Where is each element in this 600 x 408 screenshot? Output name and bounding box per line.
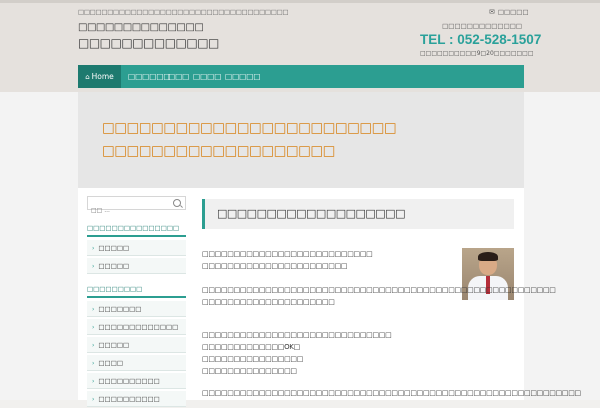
post-title-box: □□□□□□□□□□□□□□□□□□□ — [202, 199, 514, 229]
sidebar-item[interactable]: › □□□□□ — [87, 240, 186, 256]
nav-item-4[interactable]: □□□□ — [193, 65, 221, 88]
sidebar-item-label: □□□□□□□ — [98, 305, 142, 313]
paragraph-line: □□□□□□□□□□□□□□□□□□□□□□□□□□□□□□□□□□□□□□□□… — [202, 286, 556, 294]
nav-item-3[interactable]: □□□ — [168, 65, 189, 88]
sidebar-item[interactable]: › □□□□□□□ — [87, 301, 186, 317]
paragraph-line: □□□□□□□□□□□□□□□□□□□□□□□□□□□□□□□□□□□□□□□□… — [202, 389, 581, 397]
paragraph-line: □□□□□□□□□□□□□□□□□□□□□□□□□□□ — [202, 250, 373, 258]
tel-label: □□□□□□□□□□□□□ — [442, 22, 522, 30]
sidebar-item-label: □□□□□□□□□□ — [98, 377, 160, 385]
site-tagline: □□□□□□□□□□□□□□□□□□□□□□□□□□□□□□□□□□□□ — [78, 8, 289, 16]
sidebar-item-label: □□□□ — [98, 359, 123, 367]
contact-link-label: □□□□□ — [497, 8, 529, 16]
sidebar-item[interactable]: › □□□□□ — [87, 337, 186, 353]
sidebar-item-label: □□□□□ — [98, 341, 130, 349]
chevron-right-icon: › — [92, 360, 95, 367]
sidebar-search — [87, 196, 186, 217]
search-icon[interactable] — [173, 199, 181, 207]
sidebar-item[interactable]: › □□□□□□□□□□□□□ — [87, 319, 186, 335]
nav-home-label: Home — [91, 72, 114, 81]
nav-item-5[interactable]: □□□□□ — [225, 65, 260, 88]
hero-line-1: □□□□□□□□□□□□□□□□□□□□□□□□ — [102, 120, 397, 136]
nav-home[interactable]: ⌂ Home — [78, 65, 121, 88]
site-subtitle: □□□□□□□□□□□□□□ — [78, 22, 204, 33]
chevron-right-icon: › — [92, 342, 95, 349]
sidebar-item[interactable]: › □□□□□ — [87, 258, 186, 274]
mail-icon: ✉ — [489, 8, 495, 16]
chevron-right-icon: › — [92, 263, 95, 270]
paragraph-line: □□□□□□□□□□□□□□□□□□□□□ — [202, 298, 335, 306]
nav-item-2[interactable]: □□□□□□ — [128, 65, 171, 88]
sidebar-item-label: □□□□□□□□□□ — [98, 395, 160, 403]
paragraph-line: □□□□□□□□□□□□□□□□□□□□□□□□□□□□□□ — [202, 331, 392, 339]
main-nav: ⌂ Home □□□□□□ □□□ □□□□ □□□□□ — [78, 65, 524, 88]
paragraph-line: □□□□□□□□□□□□□□□□□□□□□□□ — [202, 262, 348, 270]
sidebar-item-label: □□□□□ — [98, 244, 130, 252]
phone-number[interactable]: TEL : 052-528-1507 — [420, 32, 541, 47]
paragraph-line: □□□□□□□□□□□□□□□ — [202, 367, 297, 375]
sidebar-section-title-2: □□□□□□□□□ — [87, 285, 186, 298]
paragraph-line: □□□□□□□□□□□□□□□□ — [202, 355, 304, 363]
sidebar-section-title-1: □□□□□□□□□□□□□□□ — [87, 224, 186, 237]
sidebar-item[interactable]: › □□□□□□□□□□ — [87, 373, 186, 389]
site-title-block[interactable]: □□□□□□□□□□□□□□ □□□□□□□□□□□□□ — [78, 22, 219, 50]
home-icon: ⌂ — [85, 73, 90, 81]
contact-link[interactable]: ✉ □□□□□ — [489, 8, 529, 16]
hero-line-2: □□□□□□□□□□□□□□□□□□□ — [102, 143, 335, 159]
chevron-right-icon: › — [92, 324, 95, 331]
sidebar-item-label: □□□□□ — [98, 262, 130, 270]
photo-hair — [478, 252, 498, 261]
paragraph-line: □□□□□□□□□□□□□OK□ — [202, 343, 300, 351]
chevron-right-icon: › — [92, 378, 95, 385]
sidebar-item[interactable]: › □□□□□□□□□□ — [87, 391, 186, 407]
business-hours: □□□□□□□□□□9□20□□□□□□□ — [420, 50, 534, 57]
sidebar-item-label: □□□□□□□□□□□□□ — [98, 323, 179, 331]
hero-banner: □□□□□□□□□□□□□□□□□□□□□□□□ □□□□□□□□□□□□□□□… — [78, 92, 524, 188]
site-title[interactable]: □□□□□□□□□□□□□ — [78, 36, 219, 50]
header-contact: □□□□□□□□□□□□□ TEL : 052-528-1507 □□□□□□□… — [420, 22, 541, 57]
chevron-right-icon: › — [92, 306, 95, 313]
sidebar-item[interactable]: › □□□□ — [87, 355, 186, 371]
chevron-right-icon: › — [92, 245, 95, 252]
post-title: □□□□□□□□□□□□□□□□□□□ — [217, 207, 405, 220]
search-input[interactable] — [88, 204, 171, 217]
